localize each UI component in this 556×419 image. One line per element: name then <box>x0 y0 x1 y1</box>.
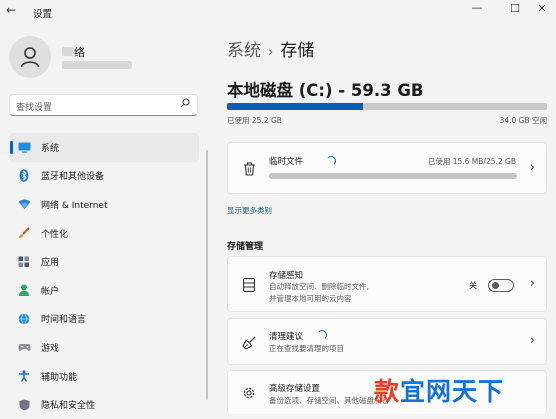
temp-files-usage: 已使用 15.6 MB/25.2 GB <box>427 157 516 166</box>
storage-sense-toggle-label: 关 <box>469 281 477 290</box>
sidebar-item-label: 网络 & Internet <box>41 200 108 211</box>
toggle-knob <box>491 282 499 289</box>
avatar[interactable] <box>9 36 51 78</box>
breadcrumb-separator: › <box>268 45 274 60</box>
user-name-visible: 络 <box>74 46 85 59</box>
sidebar-item-apps[interactable]: 应用 <box>9 247 199 276</box>
cleanup-desc: 正在查找要清理的项目 <box>269 344 344 353</box>
sidebar-item-label: 辅助功能 <box>41 372 78 383</box>
breadcrumb-parent[interactable]: 系统 <box>227 41 261 61</box>
loading-spinner-icon <box>317 330 327 340</box>
storage-sense-title: 存储感知 <box>269 271 304 281</box>
sidebar-item-privacy[interactable]: 隐私和安全性 <box>9 390 199 419</box>
globe-clock-icon <box>17 312 31 326</box>
sidebar-item-label: 系统 <box>41 143 60 154</box>
person-icon <box>17 283 31 297</box>
broom-icon <box>241 335 257 351</box>
sidebar-nav: 系统 蓝牙和其他设备 网络 & Internet 个性化 应用 帐户 时间和语言… <box>9 133 199 419</box>
watermark-red-part: 款 <box>374 377 401 406</box>
sidebar-item-label: 蓝牙和其他设备 <box>41 172 105 183</box>
search-box[interactable] <box>9 94 198 118</box>
advanced-storage-desc: 备份选项、存储空间、其他磁盘和卷 <box>269 396 389 405</box>
temp-files-card[interactable]: 临时文件 已使用 15.6 MB/25.2 GB › <box>227 142 547 194</box>
maximize-button[interactable]: ☐ <box>505 2 525 15</box>
user-name: 络 <box>62 44 85 60</box>
advanced-storage-title: 高级存储设置 <box>269 384 321 394</box>
storage-sense-toggle[interactable] <box>488 279 514 292</box>
brush-icon <box>17 226 31 240</box>
sidebar-scrollbar[interactable] <box>206 150 208 400</box>
page-title: 存储 <box>280 41 315 61</box>
sidebar-item-personalization[interactable]: 个性化 <box>9 219 199 248</box>
sidebar-item-accounts[interactable]: 帐户 <box>9 276 199 305</box>
disk-used-label: 已使用 25.2 GB <box>227 116 282 125</box>
blurred-email <box>62 61 132 69</box>
sidebar-item-gaming[interactable]: 游戏 <box>9 333 199 362</box>
sidebar-item-label: 游戏 <box>41 343 60 354</box>
sidebar-item-system[interactable]: 系统 <box>9 133 199 162</box>
sidebar-item-network[interactable]: 网络 & Internet <box>9 190 199 219</box>
chevron-right-icon: › <box>529 276 535 291</box>
sidebar-item-label: 应用 <box>41 258 60 269</box>
disk-title: 本地磁盘 (C:) - 59.3 GB <box>227 81 424 100</box>
disk-free-label: 34.0 GB 空闲 <box>499 116 547 125</box>
watermark: 款宜网天下 <box>374 372 504 408</box>
sidebar-item-label: 时间和语言 <box>41 315 87 326</box>
temp-files-bar <box>269 173 517 179</box>
show-more-categories-link[interactable]: 显示更多类别 <box>227 205 272 216</box>
sidebar-item-bluetooth[interactable]: 蓝牙和其他设备 <box>9 162 199 191</box>
sidebar-item-label: 个性化 <box>41 229 69 240</box>
cleanup-title: 清理建议 <box>269 332 304 342</box>
disk-usage-bar <box>227 103 547 110</box>
chevron-right-icon: › <box>529 160 535 175</box>
close-button[interactable]: ✕ <box>532 2 552 15</box>
title-bar: ← 设置 — ☐ ✕ <box>0 0 556 24</box>
person-icon <box>20 47 40 68</box>
bluetooth-icon <box>17 169 31 183</box>
sidebar-item-label: 隐私和安全性 <box>41 401 96 412</box>
trash-icon <box>241 161 257 177</box>
breadcrumb: 系统 › 存储 <box>227 36 314 61</box>
storage-management-heading: 存储管理 <box>227 242 264 252</box>
search-icon[interactable] <box>180 98 190 111</box>
storage-sense-icon <box>241 277 257 293</box>
watermark-blue-part: 宜网天下 <box>400 377 505 406</box>
storage-sense-desc-2: 并管理本地可用的云内容 <box>269 294 352 303</box>
sidebar-item-accessibility[interactable]: 辅助功能 <box>9 362 199 391</box>
apps-icon <box>17 255 31 269</box>
sidebar-item-time-language[interactable]: 时间和语言 <box>9 305 199 334</box>
temp-files-title: 临时文件 <box>269 157 304 167</box>
back-button[interactable]: ← <box>6 3 16 17</box>
wifi-icon <box>17 197 31 211</box>
cleanup-recommendations-card[interactable]: 清理建议 正在查找要清理的项目 › <box>227 318 547 365</box>
storage-sense-desc-1: 自动释放空间、删除临时文件, <box>269 282 369 291</box>
monitor-icon <box>17 140 31 154</box>
loading-spinner-icon <box>326 156 336 166</box>
chevron-right-icon: › <box>529 333 535 348</box>
accessibility-icon <box>17 369 31 383</box>
app-title: 设置 <box>33 9 53 20</box>
disk-usage-fill <box>227 103 363 110</box>
gear-icon <box>241 385 257 401</box>
gamepad-icon <box>17 340 31 354</box>
blurred-name-part <box>62 47 74 56</box>
minimize-button[interactable]: — <box>467 1 487 14</box>
search-input[interactable] <box>10 98 170 118</box>
sidebar-item-label: 帐户 <box>41 286 60 297</box>
storage-sense-card[interactable]: 存储感知 自动释放空间、删除临时文件, 并管理本地可用的云内容 关 › <box>227 256 547 312</box>
